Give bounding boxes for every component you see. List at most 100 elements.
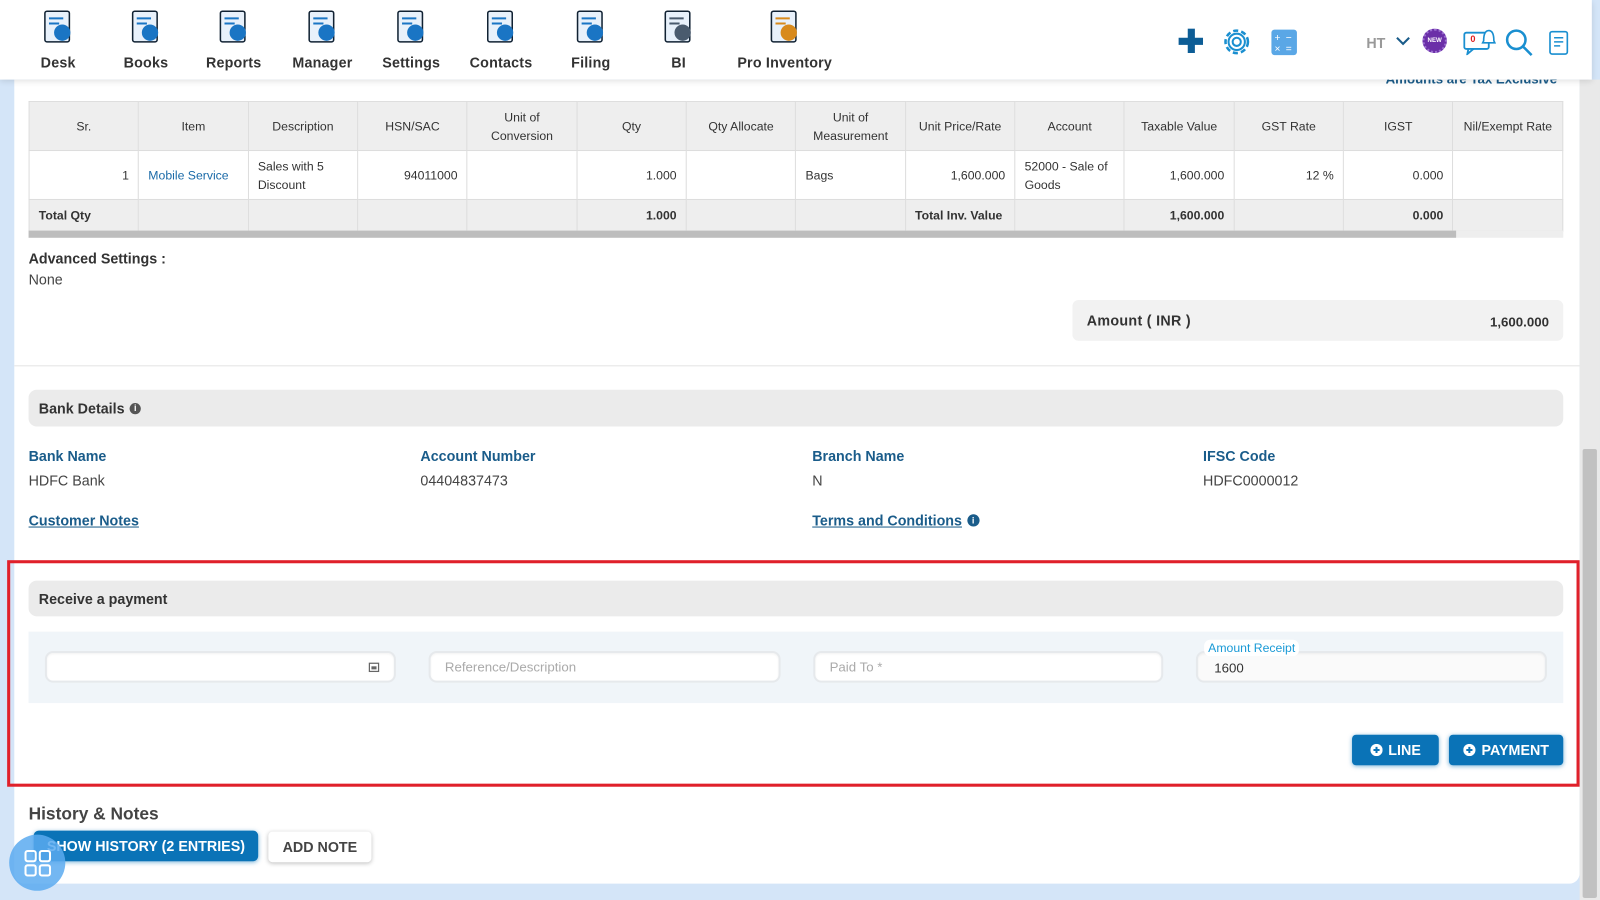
table-cell: Sales with 5 Discount: [247, 149, 359, 200]
bank-field-value: HDFC Bank: [28, 472, 105, 489]
paid-to-placeholder: Paid To *: [829, 659, 883, 675]
top-nav-bar: + − × = HT NEW 0 Desk Books Reports Manager Set…: [0, 0, 1592, 80]
calculator-icon[interactable]: + − × =: [1271, 29, 1297, 56]
table-scrollbar[interactable]: [28, 230, 1564, 238]
history-notes-title: History & Notes: [28, 804, 159, 824]
bank-field-label: IFSC Code: [1203, 447, 1276, 465]
total-cell: [247, 198, 359, 232]
amount-box: Amount ( INR ) 1,600.000: [1072, 299, 1564, 341]
receive-payment-title: Receive a payment: [38, 590, 168, 607]
table-cell: 1: [28, 149, 140, 200]
user-initials[interactable]: HT: [1366, 35, 1385, 51]
page-scrollbar[interactable]: [1579, 79, 1600, 900]
column-header: Sr.: [28, 101, 140, 152]
filing-icon: [576, 10, 604, 43]
scrollbar-thumb[interactable]: [1582, 448, 1597, 898]
amount-value: 1,600.000: [1489, 314, 1549, 330]
total-cell: [795, 198, 906, 232]
books-icon: [131, 10, 159, 43]
table-cell: Bags: [795, 149, 906, 200]
table-cell: [1452, 149, 1564, 200]
column-header: Taxable Value: [1123, 101, 1235, 152]
table-cell: 1.000: [576, 149, 687, 200]
divider: [14, 365, 1580, 367]
chevron-down-icon[interactable]: [1396, 33, 1410, 51]
table-cell: 1,600.000: [904, 149, 1016, 200]
new-badge-icon[interactable]: NEW: [1422, 28, 1447, 54]
customer-notes-link[interactable]: Customer Notes: [29, 512, 139, 528]
amount-label: Amount ( INR ): [1086, 312, 1191, 329]
bi-robot-icon: [664, 10, 691, 43]
column-header: Item: [138, 101, 249, 152]
desk-icon: [44, 10, 71, 43]
column-header: Qty: [576, 101, 687, 152]
calendar-icon[interactable]: [368, 661, 380, 673]
total-cell: [1233, 198, 1344, 232]
paid-to-input[interactable]: Paid To *: [813, 651, 1164, 683]
manager-icon: [308, 10, 335, 43]
advanced-settings-label: Advanced Settings :: [28, 249, 166, 267]
add-note-label: ADD NOTE: [282, 838, 358, 856]
column-header: Nil/Exempt Rate: [1452, 101, 1564, 152]
amount-receipt-label: Amount Receipt: [1204, 639, 1300, 657]
search-icon[interactable]: [1505, 29, 1534, 63]
total-cell: [138, 198, 249, 232]
item-link[interactable]: Mobile Service: [148, 168, 228, 182]
column-header: Description: [247, 101, 359, 152]
total-cell: 1.000: [576, 198, 687, 232]
total-cell: Total Qty: [28, 198, 140, 232]
notification-bell-icon[interactable]: 0: [1463, 29, 1497, 61]
grid-icon: [23, 849, 51, 877]
table-cell: Mobile Service: [138, 149, 249, 200]
table-scrollbar-thumb[interactable]: [28, 230, 1457, 238]
column-header: GST Rate: [1233, 101, 1344, 152]
column-header: Unit of Conversion: [466, 101, 578, 152]
total-cell: [466, 198, 578, 232]
payment-date-input[interactable]: [44, 651, 396, 683]
column-header: HSN/SAC: [357, 101, 468, 152]
amount-receipt-value: 1600: [1214, 660, 1244, 676]
column-header: Qty Allocate: [685, 101, 797, 152]
nav-label: Pro Inventory: [737, 54, 833, 71]
svg-text:×: ×: [1274, 44, 1280, 55]
payment-button-label: PAYMENT: [1481, 741, 1550, 759]
gear-icon[interactable]: [1221, 27, 1252, 63]
column-header: Unit Price/Rate: [904, 101, 1016, 152]
total-cell: 1,600.000: [1123, 198, 1235, 232]
table-cell: [466, 149, 578, 200]
table-cell: [685, 149, 797, 200]
terms-and-conditions-link[interactable]: Terms and Conditions: [812, 512, 962, 528]
total-cell: [685, 198, 797, 232]
table-cell: 0.000: [1342, 149, 1454, 200]
line-items-table: Sr. Item Description HSN/SAC Unit of Convers…: [28, 101, 1564, 232]
notification-count: 0: [1470, 33, 1476, 44]
add-note-button[interactable]: ADD NOTE: [268, 831, 372, 863]
add-line-button[interactable]: LINE: [1352, 734, 1439, 766]
receive-payment-header: Receive a payment: [28, 580, 1564, 617]
table-cell: 1,600.000: [1123, 149, 1235, 200]
bank-details-title: Bank Details: [38, 399, 125, 417]
nav-pro-inventory[interactable]: Pro Inventory: [737, 0, 832, 80]
show-history-button[interactable]: SHOW HISTORY (2 ENTRIES): [33, 830, 259, 862]
info-icon[interactable]: i: [967, 514, 980, 527]
total-cell: 0.000: [1342, 198, 1454, 232]
settings-icon: [397, 10, 424, 43]
advanced-settings-value: None: [28, 271, 63, 288]
line-button-label: LINE: [1388, 741, 1421, 759]
plus-circle-icon: [1463, 743, 1476, 757]
total-cell: [1014, 198, 1125, 232]
reference-description-input[interactable]: Reference/Description: [428, 651, 781, 683]
show-history-label: SHOW HISTORY (2 ENTRIES): [46, 837, 246, 855]
plus-circle-icon: [1369, 743, 1383, 757]
apps-grid-fab[interactable]: [9, 834, 66, 891]
bank-field-label: Bank Name: [28, 447, 107, 465]
nav-bi[interactable]: BI: [633, 0, 725, 80]
info-icon[interactable]: i: [129, 402, 141, 414]
add-icon[interactable]: [1178, 28, 1204, 59]
table-row: 1 Mobile Service Sales with 5 Discount 9401…: [28, 149, 1564, 200]
svg-text:=: =: [1286, 44, 1292, 55]
clipboard-icon[interactable]: [1549, 29, 1569, 61]
add-payment-button[interactable]: PAYMENT: [1448, 734, 1564, 766]
svg-text:+: +: [1274, 33, 1280, 44]
totals-row: Total Qty 1.000 Total Inv. Value 1,600.000 0…: [28, 198, 1564, 232]
